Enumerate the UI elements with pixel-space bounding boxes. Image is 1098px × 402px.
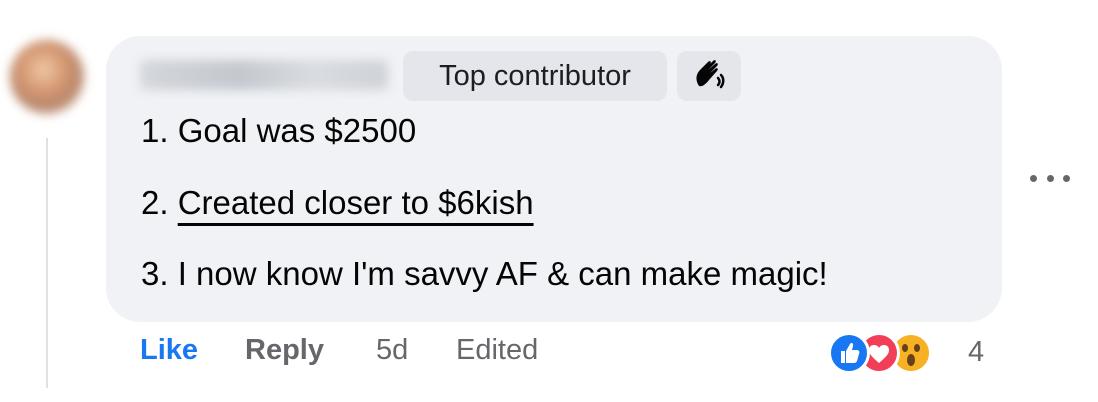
like-button[interactable]: Like [140, 334, 198, 367]
dot-icon [1063, 174, 1070, 182]
top-contributor-badge[interactable]: Top contributor [403, 51, 667, 101]
line-number: 2. [141, 184, 169, 221]
badge-label: Top contributor [439, 59, 631, 92]
thumbs-up-icon [828, 332, 870, 374]
line-text: Goal was $2500 [177, 112, 417, 149]
thread-line [46, 138, 48, 388]
avatar[interactable] [10, 40, 84, 114]
reply-button[interactable]: Reply [245, 334, 324, 367]
line-number: 3. [141, 255, 169, 292]
author-name-blurred[interactable] [140, 60, 388, 90]
dot-icon [1046, 174, 1054, 182]
reactions-summary[interactable]: 4 [828, 330, 998, 376]
comment-line-2: 2. Created closer to $6kish [141, 184, 534, 222]
badge-icon-box[interactable] [677, 51, 741, 101]
timestamp-link[interactable]: 5d [376, 334, 408, 367]
line-number: 1. [141, 112, 169, 149]
comment-line-1: 1. Goal was $2500 [141, 112, 416, 150]
more-options-button[interactable] [1030, 160, 1070, 196]
dot-icon [1030, 174, 1037, 182]
line-text-underlined: Created closer to $6kish [177, 184, 534, 221]
hand-wave-icon [691, 56, 727, 97]
line-text: I now know I'm savvy AF & can make magic… [177, 255, 828, 292]
comment-line-3: 3. I now know I'm savvy AF & can make ma… [141, 255, 828, 293]
reaction-count: 4 [968, 336, 985, 368]
edited-label[interactable]: Edited [456, 334, 538, 367]
